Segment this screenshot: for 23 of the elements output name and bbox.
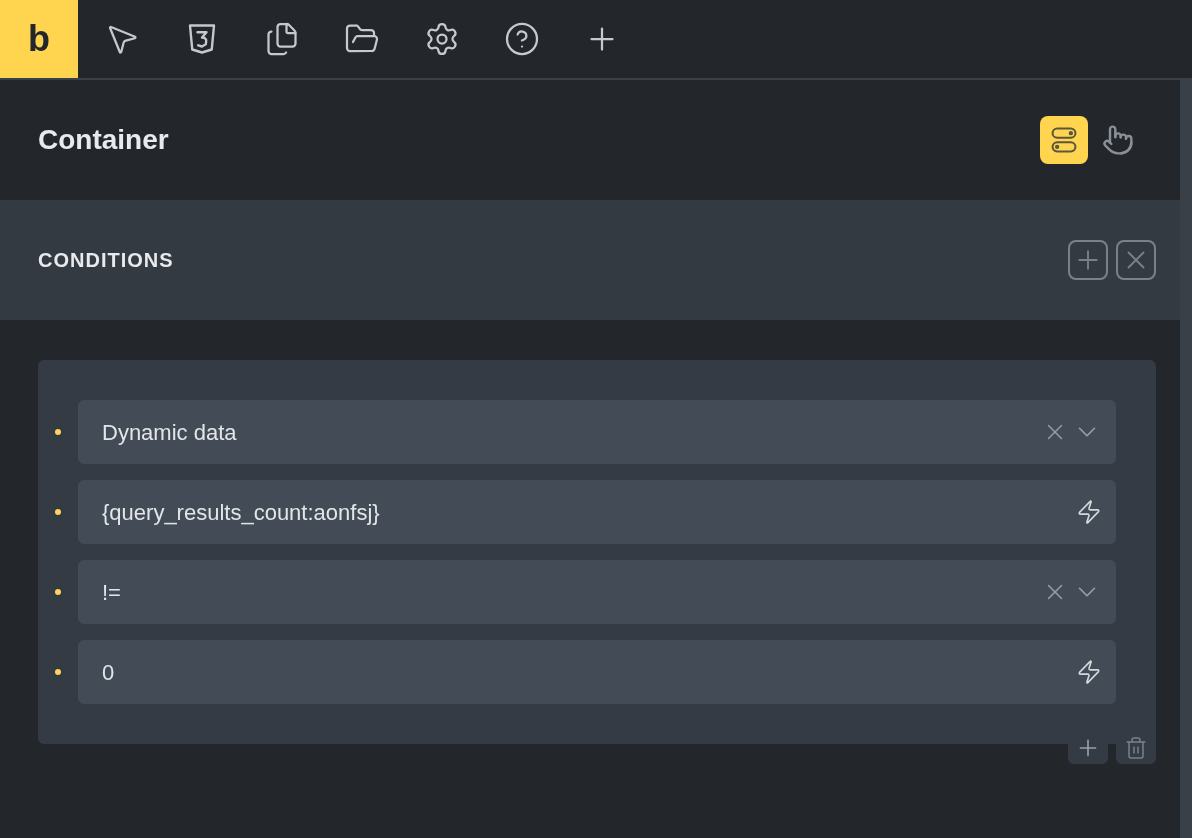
bullet-icon (55, 429, 61, 435)
select-field[interactable]: Dynamic data (78, 400, 1116, 464)
field-value: 0 (102, 658, 115, 687)
lightning-icon[interactable] (1076, 499, 1102, 525)
bullet-icon (55, 669, 61, 675)
scrollbar[interactable] (1180, 80, 1192, 838)
add-button[interactable] (1068, 240, 1108, 280)
hand-pointer-icon (1102, 124, 1134, 156)
logo[interactable]: b (0, 0, 78, 78)
bullet-icon (55, 509, 61, 515)
input-field[interactable]: 0 (78, 640, 1116, 704)
section-heading: CONDITIONS (38, 248, 174, 273)
lightning-icon[interactable] (1076, 659, 1102, 685)
trash-icon (1124, 736, 1148, 760)
field-value: Dynamic data (102, 418, 237, 447)
panel-title: Container (38, 123, 169, 157)
input-field[interactable]: {query_results_count:aonfsj} (78, 480, 1116, 544)
bullet-icon (55, 589, 61, 595)
close-button[interactable] (1116, 240, 1156, 280)
conditions-mode-button[interactable] (1040, 116, 1088, 164)
field-value: != (102, 578, 121, 607)
select-field[interactable]: != (78, 560, 1116, 624)
field-value: {query_results_count:aonfsj} (102, 498, 380, 527)
